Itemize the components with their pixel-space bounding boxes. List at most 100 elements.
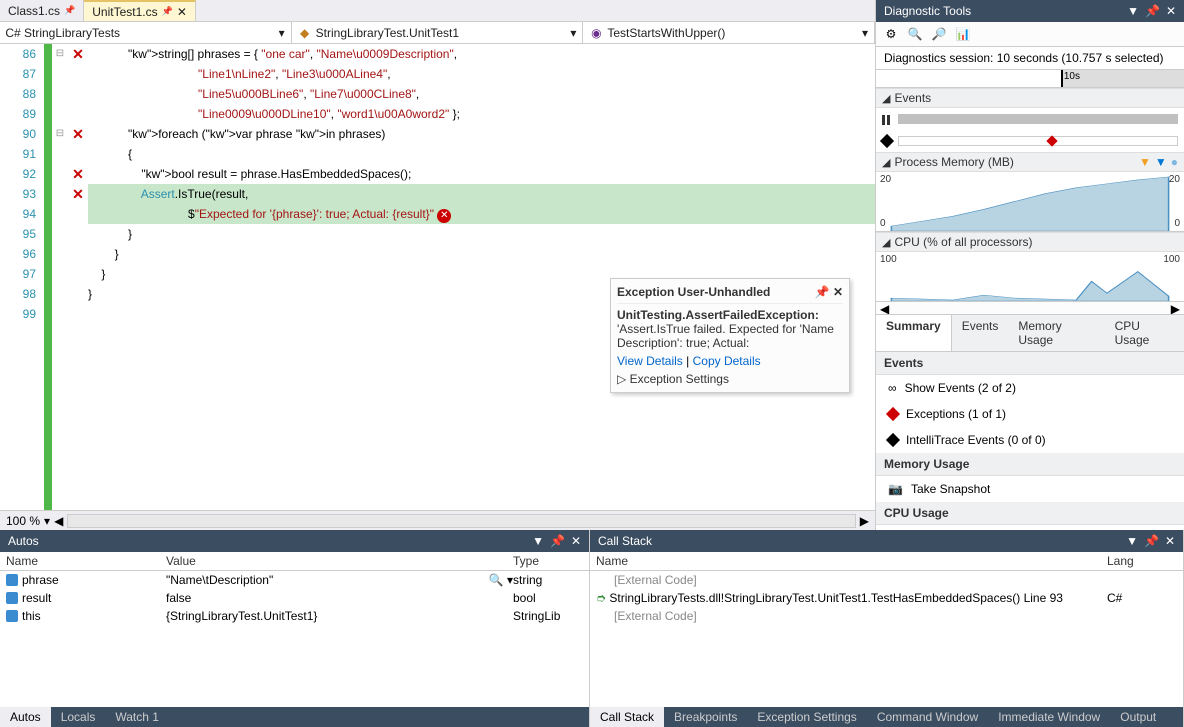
autos-row[interactable]: this{StringLibraryTest.UnitTest1}StringL…: [0, 607, 589, 625]
zoom-in-icon[interactable]: 🔍: [906, 25, 924, 43]
view-details-link[interactable]: View Details: [617, 354, 683, 368]
exception-marker[interactable]: [1046, 135, 1057, 146]
gear-icon[interactable]: ⚙: [882, 25, 900, 43]
tab-cpu[interactable]: CPU Usage: [1105, 315, 1184, 351]
close-icon[interactable]: ✕: [1165, 534, 1175, 548]
callstack-tabs: Call StackBreakpointsException SettingsC…: [590, 707, 1183, 727]
summary-events-header: Events: [876, 352, 1184, 375]
callstack-title: Call Stack▼📌✕: [590, 530, 1183, 552]
code-editor[interactable]: 8687888990919293949596979899 ⊟⊟ ✕✕✕✕ "kw…: [0, 44, 875, 510]
class-dropdown[interactable]: ◆StringLibraryTest.UnitTest1▾: [292, 22, 584, 43]
scroll-left-icon[interactable]: ◀: [54, 514, 63, 528]
copy-details-link[interactable]: Copy Details: [693, 354, 761, 368]
summary-memory-header: Memory Usage: [876, 453, 1184, 476]
method-icon: ◉: [589, 26, 603, 40]
autos-headers: NameValueType: [0, 552, 589, 571]
pin-icon[interactable]: 📌: [64, 5, 75, 16]
change-indicator: [44, 44, 52, 510]
scroll-left-icon[interactable]: ◀: [880, 302, 889, 314]
tab-command-window[interactable]: Command Window: [867, 707, 988, 727]
summary-cpu-header: CPU Usage: [876, 502, 1184, 525]
tab-locals[interactable]: Locals: [51, 707, 106, 727]
exception-name: UnitTesting.AssertFailedException:: [617, 308, 819, 322]
method-dropdown[interactable]: ◉TestStartsWithUpper()▾: [583, 22, 875, 43]
namespace-dropdown[interactable]: C#StringLibraryTests▾: [0, 22, 292, 43]
tab-label: UnitTest1.cs: [92, 5, 157, 19]
tab-label: Class1.cs: [8, 4, 60, 18]
diag-toolbar: ⚙ 🔍 🔎 📊: [876, 22, 1184, 47]
close-icon[interactable]: ✕: [571, 534, 581, 548]
scroll-right-icon[interactable]: ▶: [1171, 302, 1180, 314]
variable-icon: [6, 574, 18, 586]
callstack-row[interactable]: [External Code]: [590, 607, 1183, 625]
tab-events[interactable]: Events: [952, 315, 1009, 351]
event-track[interactable]: [898, 114, 1178, 124]
document-tabs: Class1.cs 📌 UnitTest1.cs 📌 ✕: [0, 0, 875, 22]
tab-memory[interactable]: Memory Usage: [1008, 315, 1104, 351]
chevron-down-icon: ▾: [279, 26, 285, 40]
intellitrace-icon: [886, 433, 900, 447]
cpu-header[interactable]: ◢ CPU (% of all processors): [876, 232, 1184, 252]
close-icon[interactable]: ✕: [833, 285, 843, 299]
tab-exception-settings[interactable]: Exception Settings: [747, 707, 866, 727]
tab-breakpoints[interactable]: Breakpoints: [664, 707, 747, 727]
dropdown-icon[interactable]: ▼: [1127, 4, 1139, 18]
autos-title: Autos▼📌✕: [0, 530, 589, 552]
close-icon[interactable]: ✕: [177, 5, 187, 19]
code-content[interactable]: "kw">string[] phrases = { "one car", "Na…: [88, 44, 875, 510]
intellitrace-link[interactable]: IntelliTrace Events (0 of 0): [876, 427, 1184, 453]
tab-output[interactable]: Output: [1110, 707, 1166, 727]
horizontal-scrollbar[interactable]: [67, 514, 855, 528]
time-ruler[interactable]: 10s: [876, 70, 1184, 88]
exception-settings-link[interactable]: Exception Settings: [630, 372, 729, 386]
chevron-down-icon: ▾: [862, 26, 868, 40]
tab-unittest1[interactable]: UnitTest1.cs 📌 ✕: [84, 0, 196, 21]
line-numbers: 8687888990919293949596979899: [0, 44, 44, 510]
events-icon: ∞: [888, 381, 897, 395]
tab-immediate-window[interactable]: Immediate Window: [988, 707, 1110, 727]
chevron-down-icon: ▾: [570, 26, 576, 40]
callstack-row[interactable]: ➮ StringLibraryTests.dll!StringLibraryTe…: [590, 589, 1183, 607]
memory-chart[interactable]: 200 200: [876, 172, 1184, 232]
events-header[interactable]: ◢ Events: [876, 88, 1184, 108]
chevron-down-icon[interactable]: ▾: [44, 514, 50, 528]
exception-icon: [886, 407, 900, 421]
memory-header[interactable]: ◢ Process Memory (MB)▼ ▼ ●: [876, 152, 1184, 172]
autos-tabs: Autos Locals Watch 1: [0, 707, 589, 727]
autos-row[interactable]: resultfalsebool: [0, 589, 589, 607]
tab-class1[interactable]: Class1.cs 📌: [0, 0, 84, 21]
callstack-rows: [External Code]➮ StringLibraryTests.dll!…: [590, 571, 1183, 707]
tab-call-stack[interactable]: Call Stack: [590, 707, 664, 727]
zoom-level[interactable]: 100 %: [6, 514, 40, 528]
tab-watch1[interactable]: Watch 1: [105, 707, 169, 727]
chart-icon[interactable]: 📊: [954, 25, 972, 43]
fold-column[interactable]: ⊟⊟: [52, 44, 68, 510]
dropdown-icon[interactable]: ▼: [1126, 534, 1138, 548]
breakpoint-column[interactable]: ✕✕✕✕: [68, 44, 88, 510]
exceptions-link[interactable]: Exceptions (1 of 1): [876, 401, 1184, 427]
scroll-right-icon[interactable]: ▶: [860, 514, 869, 528]
dropdown-icon[interactable]: ▼: [532, 534, 544, 548]
zoom-out-icon[interactable]: 🔎: [930, 25, 948, 43]
exception-message: 'Assert.IsTrue failed. Expected for 'Nam…: [617, 322, 843, 350]
pin-icon[interactable]: 📌: [162, 6, 173, 17]
pin-icon[interactable]: 📌: [550, 534, 565, 548]
pin-icon[interactable]: 📌: [815, 285, 830, 299]
error-icon[interactable]: ✕: [437, 209, 451, 223]
tooltip-title: Exception User-Unhandled: [617, 285, 770, 299]
close-icon[interactable]: ✕: [1166, 4, 1176, 18]
autos-rows: phrase"Name\tDescription" 🔍 ▾stringresul…: [0, 571, 589, 707]
pin-icon[interactable]: 📌: [1144, 534, 1159, 548]
variable-icon: [6, 592, 18, 604]
autos-row[interactable]: phrase"Name\tDescription" 🔍 ▾string: [0, 571, 589, 589]
take-snapshot-link[interactable]: 📷Take Snapshot: [876, 476, 1184, 502]
navigation-bar: C#StringLibraryTests▾ ◆StringLibraryTest…: [0, 22, 875, 44]
event-track[interactable]: [898, 136, 1178, 146]
tab-autos[interactable]: Autos: [0, 707, 51, 727]
pin-icon[interactable]: 📌: [1145, 4, 1160, 18]
cpu-chart[interactable]: 100100: [876, 252, 1184, 302]
tab-summary[interactable]: Summary: [876, 315, 952, 351]
show-events-link[interactable]: ∞Show Events (2 of 2): [876, 375, 1184, 401]
callstack-row[interactable]: [External Code]: [590, 571, 1183, 589]
class-icon: ◆: [298, 26, 312, 40]
